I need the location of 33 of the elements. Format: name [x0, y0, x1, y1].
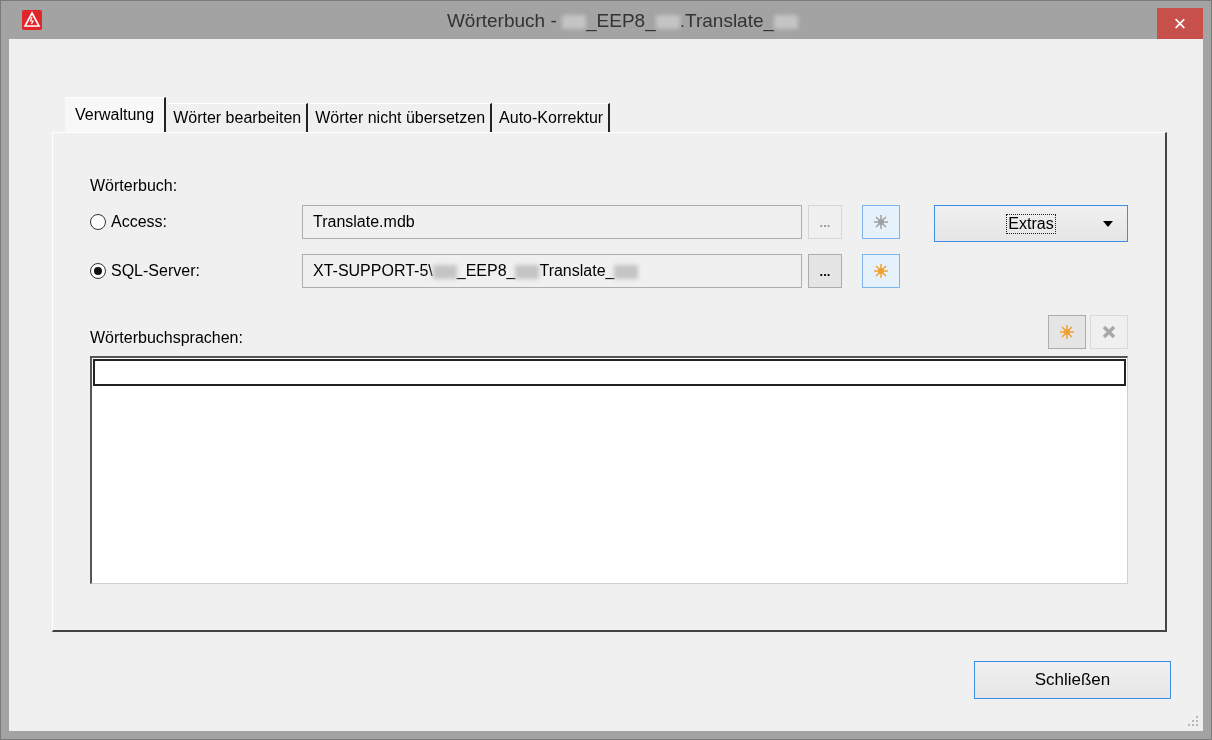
list-row[interactable]	[93, 359, 1126, 386]
radio-button[interactable]: Access:	[90, 213, 302, 231]
language-list[interactable]	[90, 356, 1128, 584]
sparkle-icon	[1059, 324, 1075, 340]
sparkle-icon	[873, 214, 889, 230]
text-field[interactable]: Translate.mdb	[302, 205, 802, 239]
warning-icon	[22, 10, 42, 30]
tab[interactable]: Wörter bearbeiten	[168, 103, 309, 132]
add-button[interactable]	[1048, 315, 1086, 349]
redacted-block	[432, 264, 457, 279]
close-button[interactable]: Schließen	[974, 661, 1171, 699]
redacted-block	[774, 15, 799, 29]
redacted-block	[562, 15, 586, 29]
section-label: Wörterbuch:	[90, 177, 179, 195]
tab[interactable]: Wörter nicht übersetzen	[310, 103, 493, 132]
redacted-block	[614, 264, 639, 279]
delete-icon	[1101, 324, 1117, 340]
new-button[interactable]	[862, 205, 900, 239]
text-field[interactable]: XT-SUPPORT-5\ _EEP8_ Translate_	[302, 254, 802, 288]
redacted-block	[515, 264, 540, 279]
delete-button[interactable]	[1090, 315, 1128, 349]
resize-grip-icon[interactable]	[1187, 715, 1199, 727]
browse-button[interactable]: ...	[808, 254, 842, 288]
close-button[interactable]: ×	[1157, 8, 1203, 40]
tab[interactable]: Auto-Korrektur	[494, 103, 611, 132]
section-label: Wörterbuchsprachen:	[90, 329, 244, 348]
sparkle-icon	[873, 263, 889, 279]
radio-button[interactable]: SQL-Server:	[90, 262, 302, 280]
extras-dropdown-button[interactable]: Extras	[934, 205, 1128, 242]
new-button[interactable]	[862, 254, 900, 288]
caret-icon	[1103, 221, 1113, 227]
redacted-block	[655, 15, 680, 29]
tab[interactable]: Verwaltung	[65, 97, 167, 132]
